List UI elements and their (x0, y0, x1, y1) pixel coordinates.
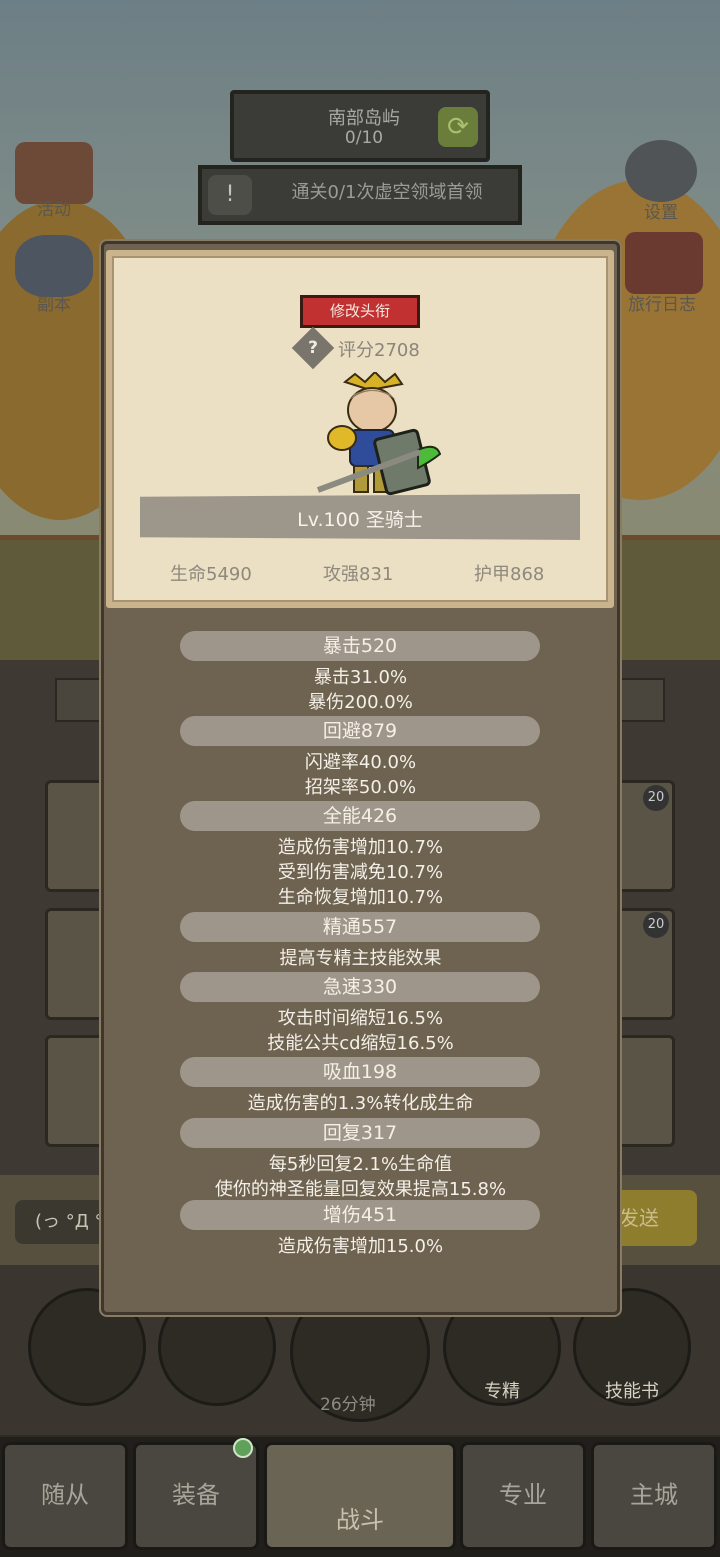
stat-line: 闪避率40.0% (304, 752, 417, 773)
score-text: 评分2708 (338, 340, 420, 361)
stat-header-damage-bonus: 增伤451 (180, 1200, 540, 1230)
tab-main-city[interactable]: 主城 (591, 1442, 717, 1550)
journal-icon[interactable] (625, 232, 703, 294)
stat-header-avoidance: 回避879 (180, 716, 540, 746)
tab-profession[interactable]: 专业 (460, 1442, 586, 1550)
events-label: 活动 (37, 200, 71, 220)
help-icon[interactable]: ? (291, 326, 335, 370)
attack-power-stat: 攻强831 (323, 564, 394, 585)
stat-line: 技能公共cd缩短16.5% (267, 1033, 454, 1054)
refresh-icon[interactable]: ⟳ (438, 107, 478, 147)
stat-line: 暴击31.0% (313, 667, 408, 688)
dungeon-icon[interactable] (15, 235, 93, 297)
stat-line: 攻击时间缩短16.5% (277, 1008, 444, 1029)
item-level-badge: 20 (643, 785, 669, 811)
stat-header-regen: 回复317 (180, 1118, 540, 1148)
dungeon-label: 副本 (37, 295, 71, 315)
settings-label: 设置 (644, 203, 678, 223)
paladin-avatar (316, 372, 442, 496)
tab-equipment[interactable]: 装备 (133, 1442, 259, 1550)
change-title-button[interactable]: 修改头衔 (300, 295, 420, 328)
stat-header-versatility: 全能426 (180, 801, 540, 831)
stat-header-crit: 暴击520 (180, 631, 540, 661)
stat-line: 造成伤害增加10.7% (277, 837, 444, 858)
stat-header-mastery: 精通557 (180, 912, 540, 942)
stat-line: 每5秒回复2.1%生命值 (268, 1154, 453, 1175)
stat-line: 使你的神圣能量回复效果提高15.8% (214, 1179, 507, 1200)
item-level-badge: 20 (643, 912, 669, 938)
stat-line: 暴伤200.0% (308, 692, 413, 713)
armor-stat: 护甲868 (474, 564, 545, 585)
stat-line: 招架率50.0% (304, 777, 417, 798)
chest-timer: 26分钟 (320, 1395, 376, 1415)
level-text: Lv.100 圣骑士 (297, 509, 423, 531)
quest-text: 通关0/1次虚空领域首领 (291, 182, 483, 203)
notification-dot (233, 1438, 253, 1458)
journal-label: 旅行日志 (628, 295, 696, 315)
stat-line: 受到伤害减免10.7% (277, 862, 444, 883)
gear-icon[interactable] (625, 140, 697, 202)
stat-line: 生命恢复增加10.7% (277, 887, 444, 908)
stat-line: 造成伤害增加15.0% (277, 1236, 444, 1257)
stat-line: 造成伤害的1.3%转化成生命 (247, 1093, 474, 1114)
stat-header-haste: 急速330 (180, 972, 540, 1002)
skillbook-label: 技能书 (605, 1381, 659, 1402)
stat-header-leech: 吸血198 (180, 1057, 540, 1087)
tab-followers[interactable]: 随从 (2, 1442, 128, 1550)
tab-battle[interactable]: 战斗 (264, 1442, 456, 1550)
stat-line: 提高专精主技能效果 (279, 948, 442, 969)
specialization-label: 专精 (484, 1381, 520, 1402)
hp-stat: 生命5490 (170, 564, 252, 585)
alert-icon: ! (208, 175, 252, 215)
chat-input[interactable]: (っ °Д ° (15, 1200, 115, 1244)
